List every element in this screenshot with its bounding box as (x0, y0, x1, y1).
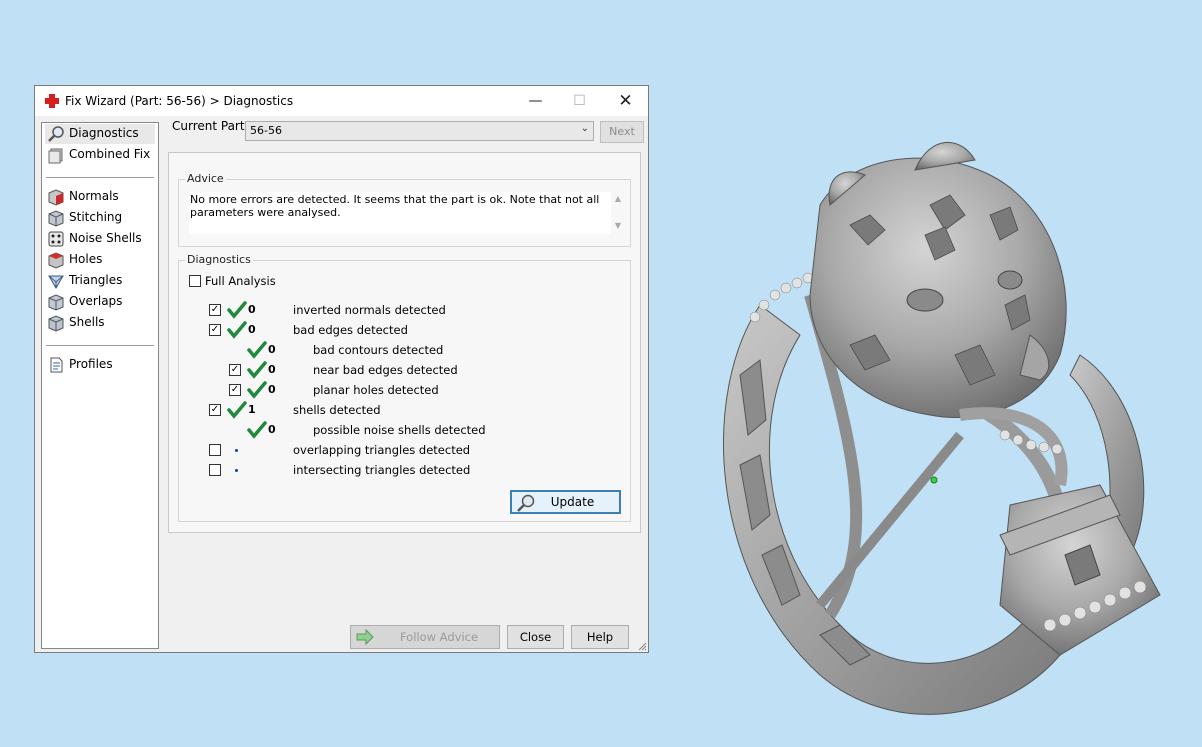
ring-model[interactable] (700, 135, 1180, 725)
current-part-value: 56-56 (250, 124, 282, 137)
update-label: Update (550, 495, 595, 509)
diagnostics-title: Diagnostics (185, 253, 253, 266)
box-stack-icon (48, 148, 63, 164)
sidebar-item-label: Profiles (69, 357, 113, 371)
sidebar-item-combined-fix[interactable]: Combined Fix (45, 145, 155, 165)
sidebar-item-label: Triangles (69, 273, 123, 287)
not-analysed-dot-icon (235, 449, 238, 452)
row-count: 0 (248, 323, 256, 336)
close-button[interactable]: Close (507, 625, 564, 649)
stitching-cube-icon (48, 210, 64, 227)
green-check-icon (247, 341, 267, 359)
sidebar-item-label: Holes (69, 252, 103, 266)
dice-icon (48, 231, 64, 247)
full-analysis-checkbox[interactable] (189, 275, 201, 287)
green-check-icon (227, 401, 247, 419)
row-label: near bad edges detected (313, 363, 458, 377)
advice-group: Advice No more errors are detected. It s… (178, 172, 631, 247)
sidebar-item-normals[interactable]: Normals (45, 187, 155, 207)
row-count: 0 (268, 423, 276, 436)
normals-cube-icon (48, 189, 64, 206)
row-count: 0 (248, 303, 256, 316)
bad-edges-checkbox[interactable]: ✓ (209, 324, 221, 336)
row-label: overlapping triangles detected (293, 443, 471, 457)
arrow-right-icon (356, 628, 374, 646)
sidebar-item-label: Diagnostics (69, 126, 139, 140)
row-label: bad contours detected (313, 343, 444, 357)
row-count: 0 (268, 383, 276, 396)
sidebar-item-holes[interactable]: Holes (45, 250, 155, 270)
next-button[interactable]: Next (600, 121, 644, 143)
inverted-normals-checkbox[interactable]: ✓ (209, 304, 221, 316)
minimize-button[interactable]: — (513, 86, 558, 116)
near-bad-edges-checkbox[interactable]: ✓ (229, 364, 241, 376)
sidebar-item-stitching[interactable]: Stitching (45, 208, 155, 228)
row-count: 1 (248, 403, 256, 416)
advice-scrollbar[interactable]: ▲ ▼ (612, 194, 624, 234)
current-part-label: Current Part: (172, 119, 249, 133)
row-label: intersecting triangles detected (293, 463, 471, 477)
window-title: Fix Wizard (Part: 56-56) > Diagnostics (65, 94, 294, 108)
row-label: inverted normals detected (293, 303, 446, 317)
overlapping-triangles-checkbox[interactable] (209, 444, 221, 456)
sidebar-item-profiles[interactable]: Profiles (45, 355, 155, 375)
advice-title: Advice (185, 172, 226, 185)
row-count: 0 (268, 363, 276, 376)
sidebar-item-overlaps[interactable]: Overlaps (45, 292, 155, 312)
close-window-button[interactable]: ✕ (603, 86, 648, 116)
advice-text: No more errors are detected. It seems th… (189, 192, 611, 234)
current-part-select[interactable]: 56-56 ⌄ (245, 121, 594, 141)
row-label: bad edges detected (293, 323, 408, 337)
intersecting-triangles-checkbox[interactable] (209, 464, 221, 476)
green-check-icon (247, 421, 267, 439)
red-cross-icon (45, 94, 59, 108)
triangles-icon (48, 275, 64, 289)
row-label: possible noise shells detected (313, 423, 486, 437)
resize-grip-icon[interactable] (638, 642, 647, 651)
sidebar-divider (46, 345, 154, 346)
row-label: planar holes detected (313, 383, 439, 397)
diagnostics-group: Diagnostics Full Analysis ✓ 0 inverted n… (178, 253, 631, 522)
document-icon (50, 357, 63, 373)
follow-advice-button[interactable]: Follow Advice (350, 625, 500, 649)
sidebar-item-diagnostics[interactable]: Diagnostics (45, 124, 155, 144)
green-check-icon (247, 381, 267, 399)
holes-cube-icon (48, 252, 64, 269)
shells-checkbox[interactable]: ✓ (209, 404, 221, 416)
sidebar-item-label: Overlaps (69, 294, 123, 308)
planar-holes-checkbox[interactable]: ✓ (229, 384, 241, 396)
sidebar-item-label: Combined Fix (69, 147, 151, 161)
green-check-icon (247, 361, 267, 379)
sidebar-item-noise-shells[interactable]: Noise Shells (45, 229, 155, 249)
sidebar-item-label: Normals (69, 189, 119, 203)
maximize-button[interactable]: ☐ (557, 86, 602, 116)
title-bar[interactable]: Fix Wizard (Part: 56-56) > Diagnostics —… (35, 86, 648, 116)
sidebar-item-label: Shells (69, 315, 105, 329)
full-analysis-label: Full Analysis (205, 274, 276, 288)
help-button[interactable]: Help (571, 625, 629, 649)
chevron-down-icon: ⌄ (580, 123, 589, 134)
shells-cube-icon (48, 315, 64, 332)
row-count: 0 (268, 343, 276, 356)
green-check-icon (227, 301, 247, 319)
not-analysed-dot-icon (235, 469, 238, 472)
overlaps-cube-icon (48, 294, 64, 311)
diagnostics-panel: Advice No more errors are detected. It s… (168, 152, 641, 533)
sidebar-item-shells[interactable]: Shells (45, 313, 155, 333)
sidebar-item-triangles[interactable]: Triangles (45, 271, 155, 291)
follow-advice-label: Follow Advice (399, 630, 479, 644)
update-button[interactable]: Update (510, 490, 621, 514)
sidebar-item-label: Stitching (69, 210, 123, 224)
sidebar-divider (46, 177, 154, 178)
wizard-sidebar: Diagnostics Combined Fix Normals Stitchi… (41, 122, 159, 649)
row-label: shells detected (293, 403, 381, 417)
green-check-icon (227, 321, 247, 339)
sidebar-item-label: Noise Shells (69, 231, 142, 245)
fix-wizard-dialog: Fix Wizard (Part: 56-56) > Diagnostics —… (34, 85, 649, 653)
magnifier-icon (48, 126, 64, 142)
